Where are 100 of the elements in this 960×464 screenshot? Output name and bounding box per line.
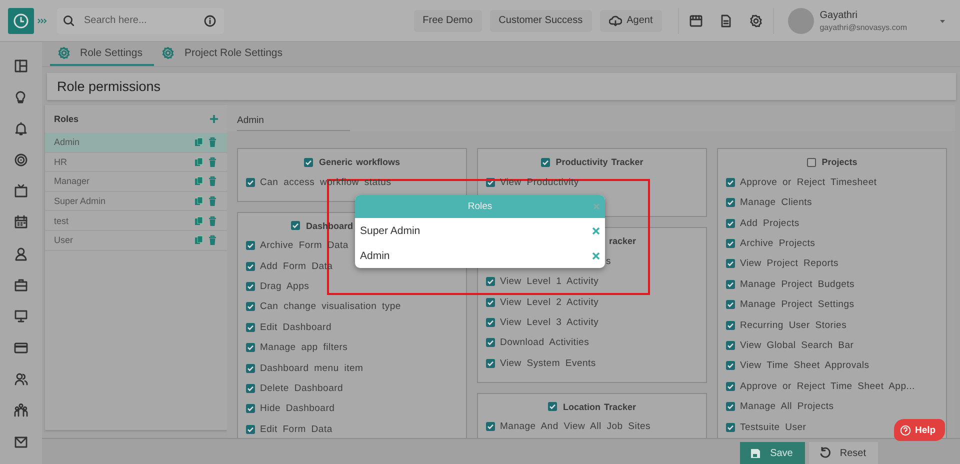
checkbox[interactable] — [486, 358, 495, 368]
floppy-icon — [750, 448, 762, 458]
checkbox[interactable] — [540, 158, 550, 167]
checkbox[interactable] — [246, 178, 255, 187]
search-input[interactable]: Search here... — [82, 14, 196, 27]
calendar-icon[interactable] — [14, 215, 28, 230]
checkbox[interactable] — [726, 239, 735, 248]
store-icon[interactable] — [688, 14, 703, 28]
permission-label: View System Events — [500, 358, 596, 369]
checkbox[interactable] — [304, 158, 313, 167]
checkbox[interactable] — [486, 338, 495, 348]
popup-header: Roles — [355, 195, 605, 218]
header-button[interactable]: Customer Success — [490, 10, 592, 32]
mail-icon[interactable] — [14, 434, 28, 449]
permission-label: View Level 3 Activity — [500, 317, 599, 328]
remove-icon[interactable] — [592, 252, 600, 260]
agent-button[interactable]: Agent — [600, 10, 662, 32]
copy-icon[interactable] — [194, 156, 203, 167]
checkbox[interactable] — [726, 402, 735, 412]
role-item[interactable]: Super Admin — [45, 192, 227, 212]
layout-icon[interactable] — [14, 59, 28, 73]
copy-icon[interactable] — [194, 216, 203, 226]
checkbox[interactable] — [726, 198, 735, 208]
permission-label: Edit Form Data — [260, 424, 332, 435]
checkbox[interactable] — [246, 404, 255, 414]
page-title: Role permissions — [57, 79, 161, 94]
document-icon[interactable] — [718, 14, 733, 28]
clock-icon — [13, 12, 29, 28]
checkbox[interactable] — [726, 280, 735, 289]
copy-icon[interactable] — [194, 196, 203, 206]
role-item[interactable]: HR — [45, 152, 227, 172]
checkbox[interactable] — [726, 218, 735, 228]
reset-button[interactable]: Reset — [808, 442, 878, 464]
checkbox[interactable] — [486, 298, 495, 307]
settings-icon[interactable] — [748, 14, 763, 28]
caret-icon[interactable] — [939, 18, 946, 24]
target-icon[interactable] — [14, 152, 28, 167]
role-item[interactable]: Manager — [45, 172, 227, 192]
group-title: racker — [608, 236, 636, 246]
checkbox[interactable] — [246, 343, 255, 352]
team-icon[interactable] — [14, 403, 28, 418]
checkbox[interactable] — [246, 241, 255, 250]
save-button[interactable]: Save — [740, 442, 805, 464]
checkbox[interactable] — [246, 424, 255, 434]
checkbox[interactable] — [726, 361, 735, 370]
checkbox[interactable] — [726, 382, 735, 391]
remove-icon[interactable] — [592, 226, 600, 234]
checkbox[interactable] — [486, 277, 495, 286]
user-icon[interactable] — [14, 246, 28, 261]
users-icon[interactable] — [14, 372, 28, 386]
permission-label: Manage Project Budgets — [740, 278, 855, 290]
role-name-field[interactable]: Admin — [237, 115, 350, 132]
copy-icon[interactable] — [194, 235, 203, 246]
checkbox[interactable] — [246, 262, 255, 271]
checkbox[interactable] — [726, 422, 735, 432]
user-email: gayathri@snovasys.com — [820, 22, 907, 32]
checkbox[interactable] — [726, 340, 735, 350]
role-name: Admin — [360, 250, 390, 262]
role-item[interactable]: Admin — [45, 133, 227, 153]
checkbox[interactable] — [726, 320, 735, 330]
copy-icon[interactable] — [194, 137, 203, 148]
tab[interactable]: Project Role Settings — [154, 42, 295, 66]
checkbox[interactable] — [726, 178, 735, 187]
checkbox[interactable] — [246, 384, 255, 393]
role-item[interactable]: test — [45, 211, 227, 231]
search-field[interactable]: Search here... — [57, 8, 224, 34]
permission-label: View Level 1 Activity — [500, 276, 599, 288]
monitor-icon[interactable] — [14, 309, 28, 324]
briefcase-icon[interactable] — [14, 278, 28, 292]
permission-label: Drag Apps — [260, 281, 310, 292]
app-logo[interactable] — [8, 8, 34, 34]
permission-label: Recurring User Stories — [740, 320, 847, 331]
checkbox[interactable] — [290, 221, 300, 230]
checkbox[interactable] — [486, 422, 495, 432]
checkbox[interactable] — [726, 300, 735, 310]
info-icon[interactable] — [204, 14, 216, 26]
bell-icon[interactable] — [14, 122, 28, 136]
permission-label: Archive Projects — [740, 238, 816, 250]
checkbox[interactable] — [246, 302, 255, 312]
checkbox[interactable] — [806, 158, 816, 167]
bulb-icon[interactable] — [14, 90, 28, 104]
chevrons-icon[interactable] — [37, 16, 47, 26]
checkbox[interactable] — [246, 364, 255, 373]
role-item[interactable]: User — [45, 230, 227, 251]
checkbox[interactable] — [246, 322, 255, 332]
checkbox[interactable] — [726, 259, 735, 268]
permission-label: Dashboard menu item — [260, 362, 364, 374]
checkbox[interactable] — [486, 318, 495, 328]
checkbox[interactable] — [548, 402, 557, 411]
card-icon[interactable] — [14, 340, 28, 355]
checkbox[interactable] — [246, 282, 255, 292]
header-button[interactable]: Free Demo — [414, 10, 482, 32]
help-icon — [900, 424, 911, 436]
copy-icon[interactable] — [194, 176, 203, 186]
gear-icon — [162, 47, 174, 59]
permission-label: Manage All Projects — [740, 401, 834, 412]
help-button[interactable]: Help — [894, 419, 945, 441]
permission-label: View Time Sheet Approvals — [740, 360, 870, 372]
tab[interactable]: Role Settings — [50, 42, 154, 66]
tv-icon[interactable] — [14, 184, 28, 198]
